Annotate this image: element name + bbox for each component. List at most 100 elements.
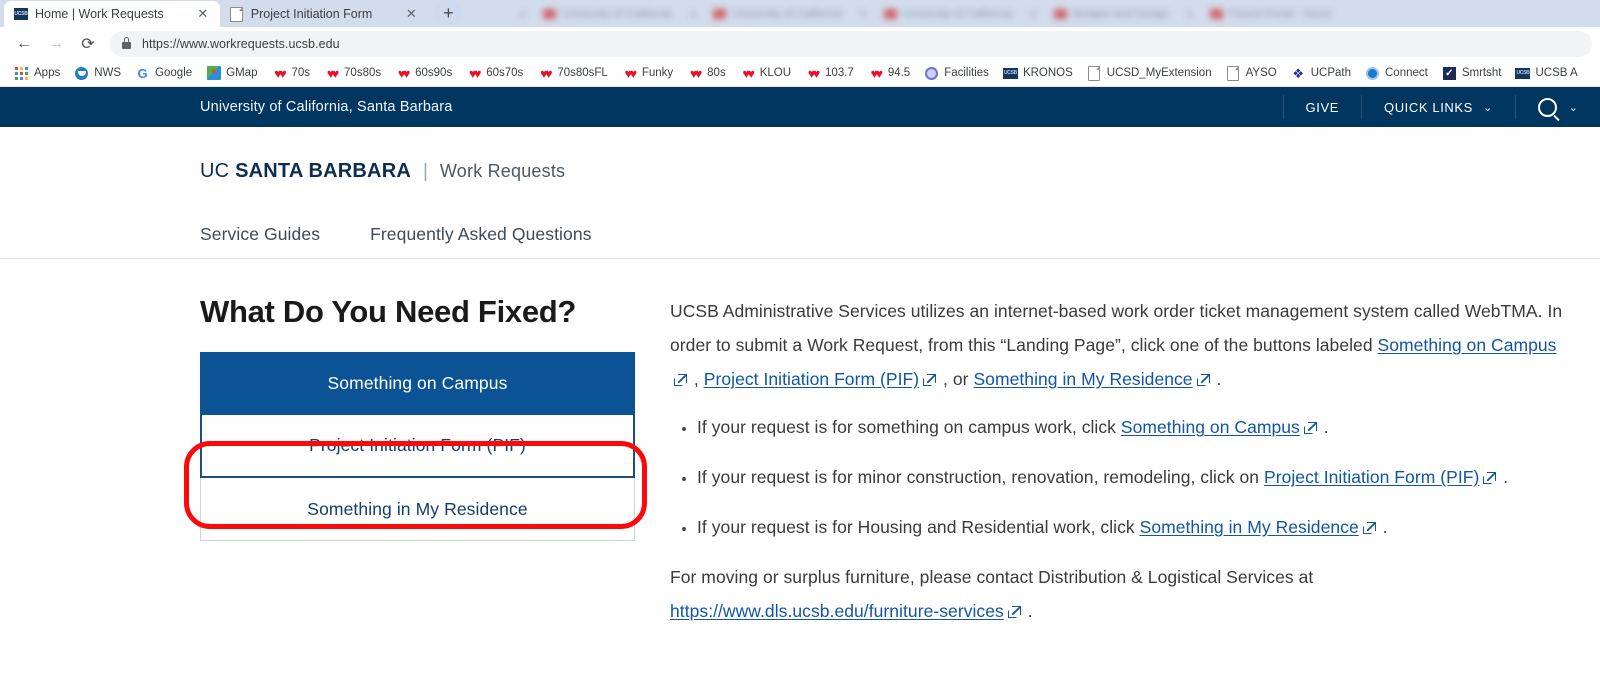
list-item[interactable]: Bridges and Design ✕ bbox=[1046, 1, 1202, 27]
bookmark-label: GMap bbox=[226, 67, 258, 79]
site-branding[interactable]: UC SANTA BARBARA | Work Requests bbox=[0, 127, 1600, 183]
bookmark-kronos[interactable]: UCSB KRONOS bbox=[996, 66, 1080, 81]
bookmark-label: 70s80s bbox=[344, 67, 382, 79]
list-item[interactable]: University of California ✕ bbox=[705, 1, 875, 27]
bookmark-klou[interactable]: ♥♥ KLOU bbox=[733, 66, 798, 81]
document-icon bbox=[230, 6, 244, 22]
bookmark-nws[interactable]: NWS bbox=[67, 66, 128, 81]
bookmark-funky[interactable]: ♥♥ Funky bbox=[615, 66, 680, 81]
bookmark-apps[interactable]: Apps bbox=[7, 66, 67, 81]
browser-chrome: UCSB Home | Work Requests ✕ Project Init… bbox=[0, 0, 1600, 87]
page-title: What Do You Need Fixed? bbox=[200, 294, 577, 329]
browser-tab-home[interactable]: UCSB Home | Work Requests ✕ bbox=[4, 1, 220, 27]
intro-paragraph: UCSB Administrative Services utilizes an… bbox=[670, 294, 1575, 396]
nav-item-service-guides[interactable]: Service Guides bbox=[200, 224, 320, 245]
bookmark-80s[interactable]: ♥♥ 80s bbox=[680, 66, 733, 81]
close-icon[interactable]: ✕ bbox=[518, 8, 527, 21]
close-icon[interactable]: ✕ bbox=[859, 8, 868, 21]
bullet-text-end: . bbox=[1498, 467, 1509, 487]
uc-icon bbox=[543, 9, 557, 19]
link-something-on-campus[interactable]: Something on Campus bbox=[1378, 335, 1557, 355]
forward-icon[interactable]: → bbox=[40, 30, 72, 58]
uc-icon bbox=[1054, 9, 1068, 19]
bookmark-ucsb-a[interactable]: UCSB UCSB A bbox=[1508, 66, 1584, 81]
iheartradio-icon: ♥♥ bbox=[870, 65, 884, 81]
list-item[interactable]: ✕ bbox=[500, 1, 535, 27]
address-bar[interactable]: https://www.workrequests.ucsb.edu bbox=[110, 30, 1592, 57]
bookmark-label: UCSD_MyExtension bbox=[1106, 67, 1212, 79]
ucsb-icon: UCSB bbox=[14, 7, 28, 21]
quick-links-menu[interactable]: QUICK LINKS ⌄ bbox=[1360, 95, 1515, 119]
something-in-my-residence-button[interactable]: Something in My Residence bbox=[200, 478, 635, 541]
link-dls-furniture-services[interactable]: https://www.dls.ucsb.edu/furniture-servi… bbox=[670, 601, 1004, 621]
iheartradio-icon: ♥♥ bbox=[397, 65, 411, 81]
nav-item-frequently-asked-questions[interactable]: Frequently Asked Questions bbox=[370, 224, 591, 245]
link-project-initiation-form[interactable]: Project Initiation Form (PIF) bbox=[704, 369, 919, 389]
bookmark-facilities[interactable]: Facilities bbox=[917, 66, 996, 81]
bookmark-ucsd-myextension[interactable]: UCSD_MyExtension bbox=[1080, 65, 1219, 81]
tab-title: Home | Work Requests bbox=[35, 7, 164, 21]
close-icon[interactable]: ✕ bbox=[1029, 8, 1038, 21]
bookmark-945[interactable]: ♥♥ 94.5 bbox=[861, 66, 917, 81]
tab-title: University of California bbox=[902, 8, 1013, 20]
bookmark-60s90s[interactable]: ♥♥ 60s90s bbox=[388, 66, 459, 81]
list-item[interactable]: University of California ✕ bbox=[535, 1, 705, 27]
bookmark-google[interactable]: G Google bbox=[128, 66, 199, 81]
close-icon[interactable]: ✕ bbox=[195, 6, 211, 22]
list-item[interactable]: University of California ✕ bbox=[876, 1, 1046, 27]
bookmark-1037[interactable]: ♥♥ 103.7 bbox=[798, 66, 861, 81]
closing-text: For moving or surplus furniture, please … bbox=[670, 567, 1314, 587]
close-icon[interactable]: ✕ bbox=[403, 6, 419, 22]
iheartradio-icon: ♥♥ bbox=[624, 65, 638, 81]
bookmark-70s80s[interactable]: ♥♥ 70s80s bbox=[317, 66, 388, 81]
back-icon[interactable]: ← bbox=[8, 30, 40, 58]
bookmark-smrtsht[interactable]: ✓ Smrtsht bbox=[1435, 66, 1509, 81]
link-something-on-campus[interactable]: Something on Campus bbox=[1121, 417, 1300, 437]
checkmark-icon: ✓ bbox=[1442, 66, 1457, 81]
brand-lockup: UC SANTA BARBARA bbox=[200, 160, 411, 183]
instructions-panel: UCSB Administrative Services utilizes an… bbox=[670, 294, 1575, 638]
link-something-in-my-residence[interactable]: Something in My Residence bbox=[1140, 517, 1359, 537]
close-icon[interactable]: ✕ bbox=[688, 8, 697, 21]
link-project-initiation-form[interactable]: Project Initiation Form (PIF) bbox=[1264, 467, 1479, 487]
new-tab-button[interactable]: + bbox=[434, 0, 463, 26]
bookmark-label: 70s80sFL bbox=[557, 67, 608, 79]
bookmark-label: Facilities bbox=[944, 67, 989, 79]
project-initiation-form-button[interactable]: Project Initiation Form (PIF) bbox=[200, 415, 635, 478]
closing-paragraph: For moving or surplus furniture, please … bbox=[670, 560, 1575, 628]
bookmark-70s[interactable]: ♥♥ 70s bbox=[264, 66, 317, 81]
search-toggle[interactable]: ⌄ bbox=[1514, 95, 1600, 119]
uc-icon bbox=[883, 9, 897, 19]
apps-grid-icon bbox=[14, 66, 29, 81]
bookmarks-bar: Apps NWS G Google GMap ♥♥ 70s ♥♥ 70s80s … bbox=[0, 60, 1600, 87]
blue-circle-icon bbox=[1365, 66, 1380, 81]
bookmark-ayso[interactable]: AYSO bbox=[1219, 65, 1284, 81]
bookmark-label: KRONOS bbox=[1022, 67, 1073, 79]
close-icon[interactable]: ✕ bbox=[1185, 8, 1194, 21]
bookmark-connect[interactable]: Connect bbox=[1358, 66, 1435, 81]
intro-sep: , bbox=[689, 369, 704, 389]
ucsb-icon: UCSB bbox=[1002, 66, 1018, 81]
bookmark-label: Apps bbox=[34, 67, 61, 79]
browser-tab-project-initiation-form[interactable]: Project Initiation Form ✕ bbox=[219, 1, 429, 27]
iheartradio-icon: ♥♥ bbox=[540, 65, 553, 81]
tab-title: Parent Portal - Home bbox=[1229, 8, 1333, 20]
bookmark-60s70s[interactable]: ♥♥ 60s70s bbox=[459, 66, 530, 81]
browser-nav-bar: ← → ⟳ https://www.workrequests.ucsb.edu bbox=[0, 27, 1600, 60]
bookmark-gmap[interactable]: GMap bbox=[199, 66, 264, 81]
reload-icon[interactable]: ⟳ bbox=[72, 30, 104, 58]
link-something-in-my-residence[interactable]: Something in My Residence bbox=[973, 369, 1192, 389]
purple-circle-icon bbox=[924, 66, 939, 81]
bullet-text-end: . bbox=[1377, 517, 1388, 537]
bookmark-70s80sfl[interactable]: ♥♥ 70s80sFL bbox=[530, 66, 615, 81]
uc-global-header-title: University of California, Santa Barbara bbox=[200, 99, 453, 115]
bookmark-label: UCPath bbox=[1310, 67, 1351, 79]
tab-title: Project Initiation Form bbox=[250, 7, 373, 21]
list-item[interactable]: Parent Portal - Home bbox=[1202, 1, 1340, 27]
bookmark-label: KLOU bbox=[759, 67, 792, 79]
uc-icon bbox=[1210, 9, 1224, 19]
give-link[interactable]: GIVE bbox=[1282, 95, 1361, 119]
bookmark-ucpath[interactable]: ❖ UCPath bbox=[1284, 66, 1358, 81]
tab-strip: UCSB Home | Work Requests ✕ Project Init… bbox=[0, 0, 1600, 27]
something-on-campus-button[interactable]: Something on Campus bbox=[200, 352, 635, 415]
